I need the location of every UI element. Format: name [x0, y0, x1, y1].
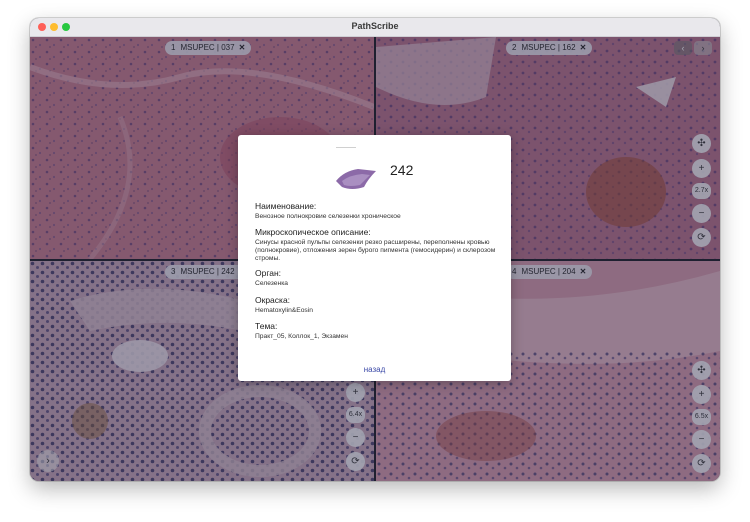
slide-number-title: 242: [390, 162, 414, 178]
section-heading: Наименование:: [255, 201, 317, 211]
name-section: Наименование: Венозное полнокровие селез…: [255, 201, 497, 221]
section-value: Hematoxylin&Eosin: [255, 307, 313, 314]
section-heading: Окраска:: [255, 295, 291, 305]
section-value: Венозное полнокровие селезенки хроническ…: [255, 213, 401, 220]
window-title: PathScribe: [351, 21, 399, 31]
section-heading: Тема:: [255, 321, 278, 331]
topic-section: Тема: Практ_05, Коллок_1, Экзамен: [255, 321, 497, 341]
slide-thumbnail: [334, 165, 378, 191]
section-heading: Микроскопическое описание:: [255, 227, 371, 237]
section-heading: Орган:: [255, 268, 282, 278]
organ-section: Орган: Селезенка: [255, 268, 497, 288]
title-bar: PathScribe: [30, 18, 720, 37]
section-value: Практ_05, Коллок_1, Экзамен: [255, 333, 348, 340]
modal-drag-handle[interactable]: [336, 147, 356, 148]
stain-section: Окраска: Hematoxylin&Eosin: [255, 295, 497, 315]
slide-info-modal: 242 Наименование: Венозное полнокровие с…: [238, 135, 511, 381]
back-button[interactable]: назад: [238, 365, 511, 374]
microscopic-description-section: Микроскопическое описание: Синусы красно…: [255, 227, 497, 264]
section-value: Синусы красной пульпы селезенки резко ра…: [255, 239, 496, 263]
section-value: Селезенка: [255, 280, 288, 287]
